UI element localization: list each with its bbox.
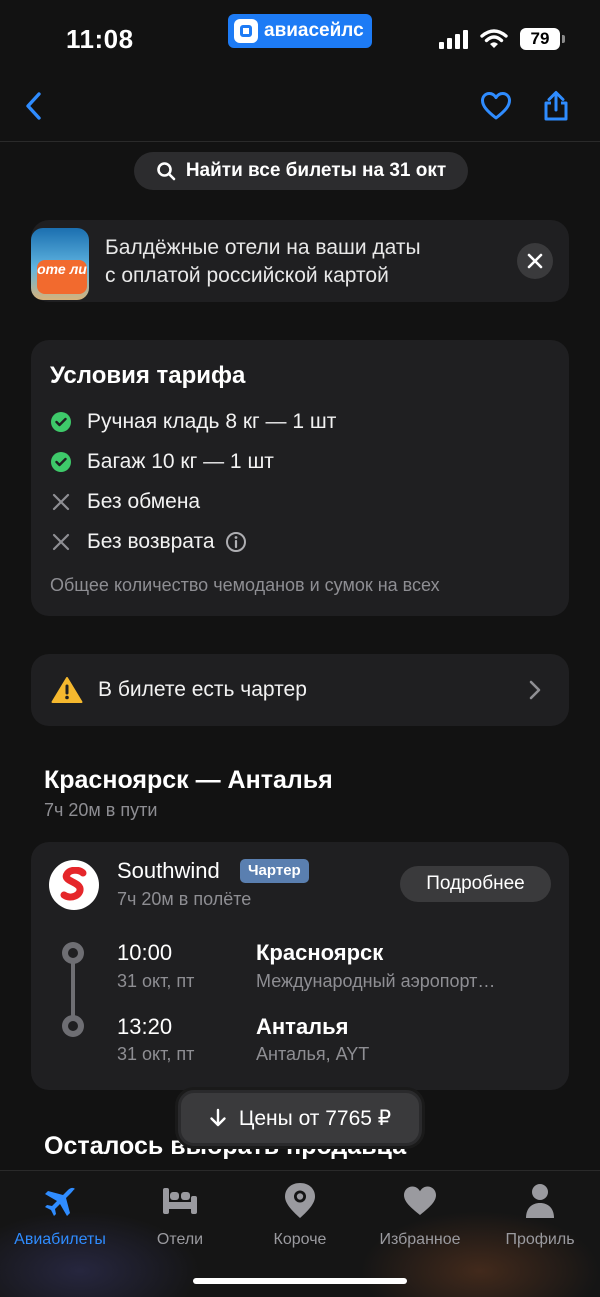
tab-label: Короче — [273, 1231, 327, 1248]
camera-pin-icon — [280, 1181, 320, 1221]
battery-icon: 79 — [520, 28, 565, 50]
arrival-dot-icon — [62, 1015, 84, 1037]
tariff-item-label: Багаж 10 кг — 1 шт — [87, 450, 274, 473]
departure-time: 10:00 — [117, 940, 173, 965]
route-duration: 7ч 20м в пути — [44, 800, 158, 820]
brand-pill: авиасейлс — [228, 14, 372, 48]
tariff-item-label: Ручная кладь 8 кг — 1 шт — [87, 410, 337, 433]
charter-notice-label: В билете есть чартер — [98, 678, 307, 701]
charter-badge: Чартер — [240, 859, 309, 883]
departure-dot-icon — [62, 942, 84, 964]
cross-icon — [51, 492, 71, 512]
favorite-button[interactable] — [478, 88, 514, 124]
status-time: 11:08 — [66, 24, 134, 54]
tariff-item-no-exchange: Без обмена — [51, 487, 200, 517]
tariff-note: Общее количество чемоданов и сумок на вс… — [50, 575, 440, 595]
brand-logo-icon — [234, 19, 258, 43]
tab-label: Профиль — [505, 1231, 575, 1248]
tab-favorites[interactable]: Избранное — [360, 1181, 480, 1261]
arrow-down-icon — [210, 1108, 226, 1127]
departure-date: 31 окт, пт — [117, 971, 195, 991]
route-title: Красноярск — Анталья — [44, 766, 333, 794]
home-indicator[interactable] — [193, 1278, 407, 1284]
tariff-item-label: Без возврата — [87, 530, 215, 553]
find-all-tickets-label: Найти все билеты на 31 окт — [185, 160, 447, 181]
hotels-promo-logo: оте ли — [31, 228, 89, 300]
chevron-left-icon — [26, 92, 41, 120]
tab-profile[interactable]: Профиль — [480, 1181, 600, 1261]
status-bar: 11:08 авиасейлс 79 — [0, 0, 600, 70]
airline-logo-icon — [49, 860, 99, 910]
hotels-logo-badge: оте ли — [37, 260, 87, 294]
arrival-airport: Анталья, AYT — [256, 1044, 370, 1064]
prices-label: Цены от 7765 ₽ — [238, 1106, 392, 1130]
warning-icon — [51, 677, 83, 703]
back-button[interactable] — [16, 88, 52, 124]
signal-icon — [439, 29, 468, 49]
tab-shorter[interactable]: Короче — [240, 1181, 360, 1261]
tab-flights[interactable]: Авиабилеты — [0, 1181, 120, 1261]
share-button[interactable] — [538, 88, 574, 124]
tariff-item-no-refund: Без возврата — [51, 527, 247, 557]
tariff-item-baggage: Багаж 10 кг — 1 шт — [51, 447, 274, 477]
share-icon — [544, 91, 568, 121]
arrival-city: Анталья — [256, 1014, 349, 1039]
tab-label: Авиабилеты — [14, 1231, 106, 1248]
flight-duration: 7ч 20м в полёте — [117, 889, 252, 909]
close-icon — [527, 253, 543, 269]
person-icon — [520, 1181, 560, 1221]
heart-icon — [400, 1181, 440, 1221]
search-icon — [157, 162, 176, 181]
tab-label: Отели — [156, 1231, 204, 1248]
tab-label: Избранное — [379, 1231, 461, 1248]
tariff-item-hand-luggage: Ручная кладь 8 кг — 1 шт — [51, 407, 336, 437]
tariff-title: Условия тарифа — [50, 362, 246, 389]
prices-button[interactable]: Цены от 7765 ₽ — [178, 1090, 422, 1146]
hotels-promo-banner[interactable]: оте ли Балдёжные отели на ваши даты с оп… — [31, 220, 569, 302]
tariff-item-label: Без обмена — [87, 490, 201, 513]
departure-airport: Международный аэропорт… — [256, 971, 496, 991]
flight-segment-card: Southwind Чартер 7ч 20м в полёте Подробн… — [31, 842, 569, 1090]
details-button[interactable]: Подробнее — [400, 866, 551, 902]
arrival-time: 13:20 — [117, 1014, 173, 1039]
promo-close-button[interactable] — [517, 243, 553, 279]
system-icons: 79 — [439, 28, 565, 50]
flight-timeline — [62, 942, 84, 1037]
info-icon[interactable] — [225, 531, 247, 553]
check-circle-icon — [51, 452, 71, 472]
promo-text: Балдёжные отели на ваши даты с оплатой р… — [105, 234, 421, 290]
find-all-tickets-button[interactable]: Найти все билеты на 31 окт — [134, 152, 468, 190]
promo-line-1: Балдёжные отели на ваши даты — [105, 236, 421, 259]
tariff-conditions-card: Условия тарифа Ручная кладь 8 кг — 1 шт … — [31, 340, 569, 616]
tab-hotels[interactable]: Отели — [120, 1181, 240, 1261]
check-circle-icon — [51, 412, 71, 432]
nav-bar — [0, 70, 600, 142]
heart-outline-icon — [481, 92, 511, 120]
plane-icon — [40, 1181, 80, 1221]
wifi-icon — [480, 29, 508, 48]
brand-name: авиасейлс — [264, 20, 364, 41]
promo-line-2: с оплатой российской картой — [105, 264, 389, 287]
bed-icon — [160, 1181, 200, 1221]
departure-city: Красноярск — [256, 940, 384, 965]
cross-icon — [51, 532, 71, 552]
airline-name: Southwind — [117, 858, 220, 883]
charter-notice-row[interactable]: В билете есть чартер — [31, 654, 569, 726]
arrival-date: 31 окт, пт — [117, 1044, 195, 1064]
chevron-right-icon — [529, 680, 541, 700]
